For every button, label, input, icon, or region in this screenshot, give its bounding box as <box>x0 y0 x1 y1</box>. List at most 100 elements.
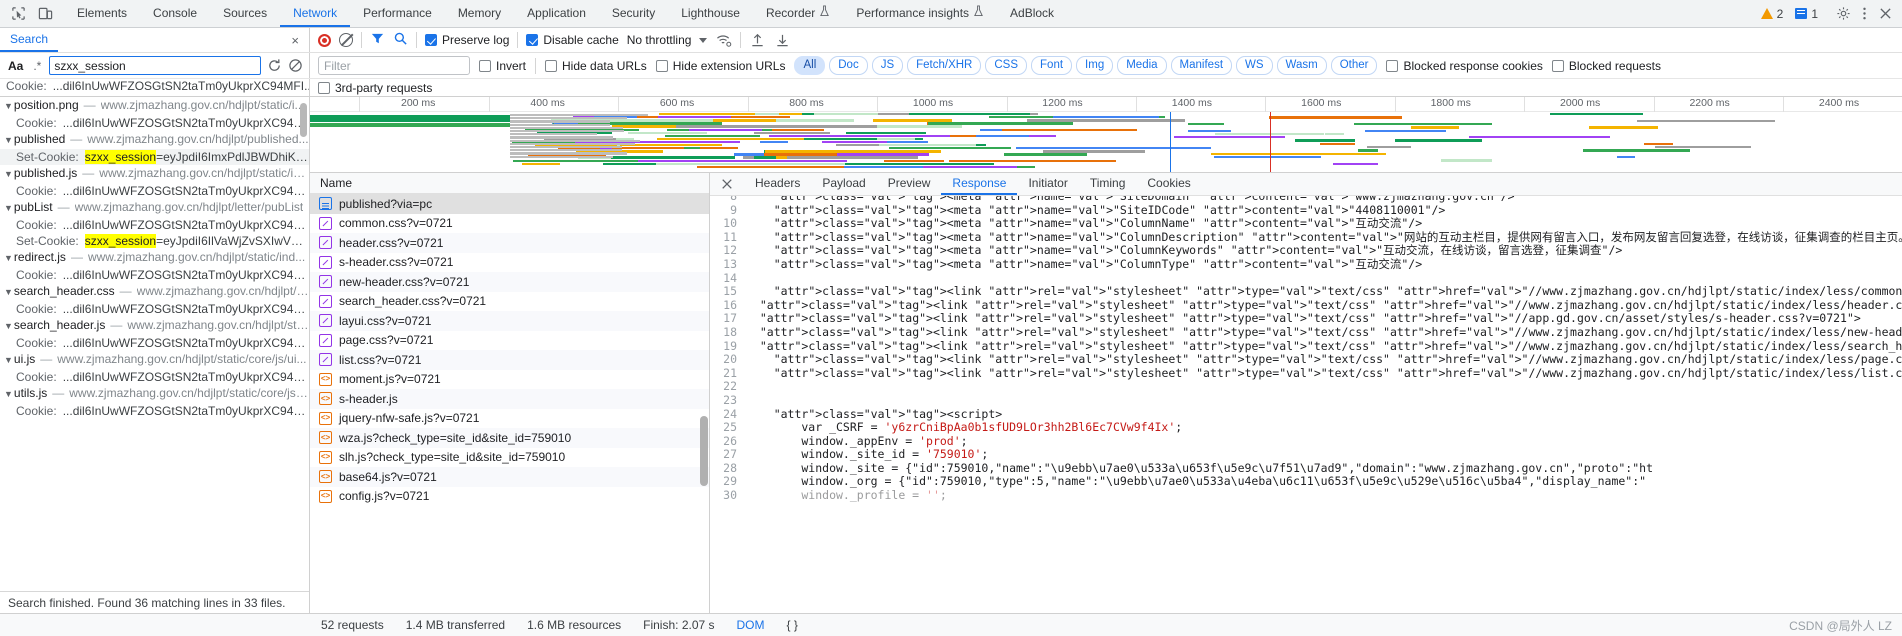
type-filter-wasm[interactable]: Wasm <box>1276 56 1327 75</box>
type-filter-fetch-xhr[interactable]: Fetch/XHR <box>907 56 982 75</box>
expand-triangle-icon[interactable]: ▼ <box>4 132 13 148</box>
match-case-button[interactable]: Aa <box>6 59 25 73</box>
type-filter-doc[interactable]: Doc <box>829 56 868 75</box>
table-row[interactable]: page.css?v=0721 <box>310 331 709 351</box>
table-row[interactable]: <> jquery-nfw-safe.js?v=0721 <box>310 409 709 429</box>
tab-memory[interactable]: Memory <box>445 0 514 27</box>
search-result-line[interactable]: Cookie: ...dil6InUwWFZOSGtSN2taTm0yUkprXC… <box>0 335 309 351</box>
search-result-line[interactable]: Cookie: ...dil6InUwWFZOSGtSN2taTm0yUkprXC… <box>0 369 309 385</box>
search-result-line[interactable]: Set-Cookie: szxx_session=eyJpdiI6IlVaWjZv… <box>0 233 309 249</box>
expand-triangle-icon[interactable]: ▼ <box>4 200 13 216</box>
search-result-file[interactable]: ▼ pubList — www.zjmazhang.gov.cn/hdjlpt/let… <box>0 199 309 217</box>
table-row[interactable]: common.css?v=0721 <box>310 214 709 234</box>
detail-tab-preview[interactable]: Preview <box>877 173 942 195</box>
search-panel-title[interactable]: Search <box>0 28 59 52</box>
search-result-file[interactable]: ▼ search_header.css — www.zjmazhang.gov.cn/… <box>0 283 309 301</box>
blocked-requests-checkbox[interactable]: Blocked requests <box>1551 59 1661 73</box>
request-rows[interactable]: published?via=pc common.css?v=0721 header.… <box>310 194 709 613</box>
clear-search-icon[interactable] <box>288 58 303 73</box>
tab-console[interactable]: Console <box>140 0 210 27</box>
search-result-file[interactable]: ▼ search_header.js — www.zjmazhang.gov.cn/h… <box>0 317 309 335</box>
search-result-line[interactable]: Cookie: ...dil6InUwWFZOSGtSN2taTm0yUkprXC… <box>0 403 309 419</box>
search-results-scrollbar[interactable] <box>300 103 307 137</box>
search-result-line[interactable]: Cookie: ...dil6InUwWFZOSGtSN2taTm0yUkprXC… <box>0 267 309 283</box>
table-row[interactable]: s-header.css?v=0721 <box>310 253 709 273</box>
preserve-log-checkbox[interactable]: Preserve log <box>425 33 509 47</box>
search-result-file[interactable]: ▼ redirect.js — www.zjmazhang.gov.cn/hdjlpt… <box>0 249 309 267</box>
tab-security[interactable]: Security <box>599 0 668 27</box>
search-result-line[interactable]: Cookie: ...dil6InUwWFZOSGtSN2taTm0yUkprXC… <box>0 115 309 131</box>
hide-data-urls-checkbox[interactable]: Hide data URLs <box>545 59 647 73</box>
funnel-icon[interactable] <box>370 31 385 49</box>
table-row[interactable]: published?via=pc <box>310 194 709 214</box>
tab-application[interactable]: Application <box>514 0 599 27</box>
pretty-print-icon[interactable]: { } <box>776 618 809 632</box>
type-filter-js[interactable]: JS <box>871 56 904 75</box>
record-button[interactable] <box>318 33 331 47</box>
type-filter-ws[interactable]: WS <box>1236 56 1273 75</box>
search-result-line[interactable]: Cookie: ...dil6InUwWFZOSGtSN2taTm0yUkprXC… <box>0 217 309 233</box>
type-filter-img[interactable]: Img <box>1076 56 1114 75</box>
detail-tab-initiator[interactable]: Initiator <box>1017 173 1078 195</box>
tab-adblock[interactable]: AdBlock <box>997 0 1067 27</box>
expand-triangle-icon[interactable]: ▼ <box>4 386 13 402</box>
export-har-icon[interactable] <box>774 32 791 49</box>
import-har-icon[interactable] <box>749 32 766 49</box>
regex-button[interactable]: .* <box>31 59 43 73</box>
detail-tab-response[interactable]: Response <box>941 173 1018 195</box>
gear-icon[interactable] <box>1835 5 1852 22</box>
search-result-file[interactable]: ▼ published.js — www.zjmazhang.gov.cn/hdjlp… <box>0 165 309 183</box>
type-filter-media[interactable]: Media <box>1117 56 1167 75</box>
search-result-file[interactable]: ▼ ui.js — www.zjmazhang.gov.cn/hdjlpt/stati… <box>0 351 309 369</box>
expand-triangle-icon[interactable]: ▼ <box>4 284 13 300</box>
message-count[interactable]: 1 <box>1791 7 1822 21</box>
tab-network[interactable]: Network <box>280 0 351 27</box>
network-overview[interactable]: 200 ms 400 ms 600 ms 800 ms 1000 ms 1200 ms 14… <box>310 97 1902 173</box>
network-conditions-icon[interactable] <box>715 32 732 49</box>
detail-tab-headers[interactable]: Headers <box>744 173 811 195</box>
request-list-header[interactable]: Name <box>310 173 709 194</box>
tab-performance[interactable]: Performance <box>350 0 445 27</box>
search-panel-close-icon[interactable]: × <box>281 33 309 48</box>
table-row[interactable]: <> wza.js?check_type=site_id&site_id=7590… <box>310 428 709 448</box>
detail-close-icon[interactable] <box>710 173 744 195</box>
table-row[interactable]: layui.css?v=0721 <box>310 311 709 331</box>
expand-triangle-icon[interactable]: ▼ <box>4 250 13 266</box>
response-source-view[interactable]: 8 "attr">class="val">"tag"><meta "attr">… <box>710 196 1902 613</box>
throttling-select[interactable]: No throttling <box>627 33 692 47</box>
table-row[interactable]: <> moment.js?v=0721 <box>310 370 709 390</box>
more-options-icon[interactable] <box>1856 5 1873 22</box>
search-results-list[interactable]: ▼ position.png — www.zjmazhang.gov.cn/hdjlp… <box>0 97 309 591</box>
tab-sources[interactable]: Sources <box>210 0 280 27</box>
device-toolbar-icon[interactable] <box>37 5 54 22</box>
type-filter-other[interactable]: Other <box>1330 56 1378 75</box>
table-row[interactable]: <> s-header.js <box>310 389 709 409</box>
expand-triangle-icon[interactable]: ▼ <box>4 166 13 182</box>
table-row[interactable]: <> slh.js?check_type=site_id&site_id=7590… <box>310 448 709 468</box>
tab-elements[interactable]: Elements <box>64 0 140 27</box>
warning-count[interactable]: 2 <box>1757 7 1788 21</box>
expand-triangle-icon[interactable]: ▼ <box>4 98 13 114</box>
tab-recorder[interactable]: Recorder <box>753 0 843 27</box>
table-row[interactable]: new-header.css?v=0721 <box>310 272 709 292</box>
type-filter-css[interactable]: CSS <box>985 56 1028 75</box>
type-filter-font[interactable]: Font <box>1031 56 1073 75</box>
table-row[interactable]: list.css?v=0721 <box>310 350 709 370</box>
filter-input[interactable] <box>318 56 470 75</box>
search-result-line[interactable]: Set-Cookie: szxx_session=eyJpdiI6ImxPdlJB… <box>0 149 309 165</box>
disable-cache-checkbox[interactable]: Disable cache <box>526 33 619 47</box>
table-row[interactable]: search_header.css?v=0721 <box>310 292 709 312</box>
search-icon[interactable] <box>393 31 408 49</box>
search-result-file[interactable]: ▼ published — www.zjmazhang.gov.cn/hdjlpt/p… <box>0 131 309 149</box>
tab-performance-insights[interactable]: Performance insights <box>843 0 997 27</box>
refresh-icon[interactable] <box>267 58 282 73</box>
type-filter-all[interactable]: All <box>794 56 826 75</box>
blocked-response-cookies-checkbox[interactable]: Blocked response cookies <box>1386 59 1543 73</box>
inspect-icon[interactable] <box>10 5 27 22</box>
request-list-scrollbar[interactable] <box>700 416 708 486</box>
search-result-file[interactable]: ▼ utils.js — www.zjmazhang.gov.cn/hdjlpt/st… <box>0 385 309 403</box>
search-input[interactable] <box>49 56 261 75</box>
hide-extension-urls-checkbox[interactable]: Hide extension URLs <box>655 59 785 73</box>
clear-button[interactable] <box>339 33 353 47</box>
table-row[interactable]: header.css?v=0721 <box>310 233 709 253</box>
